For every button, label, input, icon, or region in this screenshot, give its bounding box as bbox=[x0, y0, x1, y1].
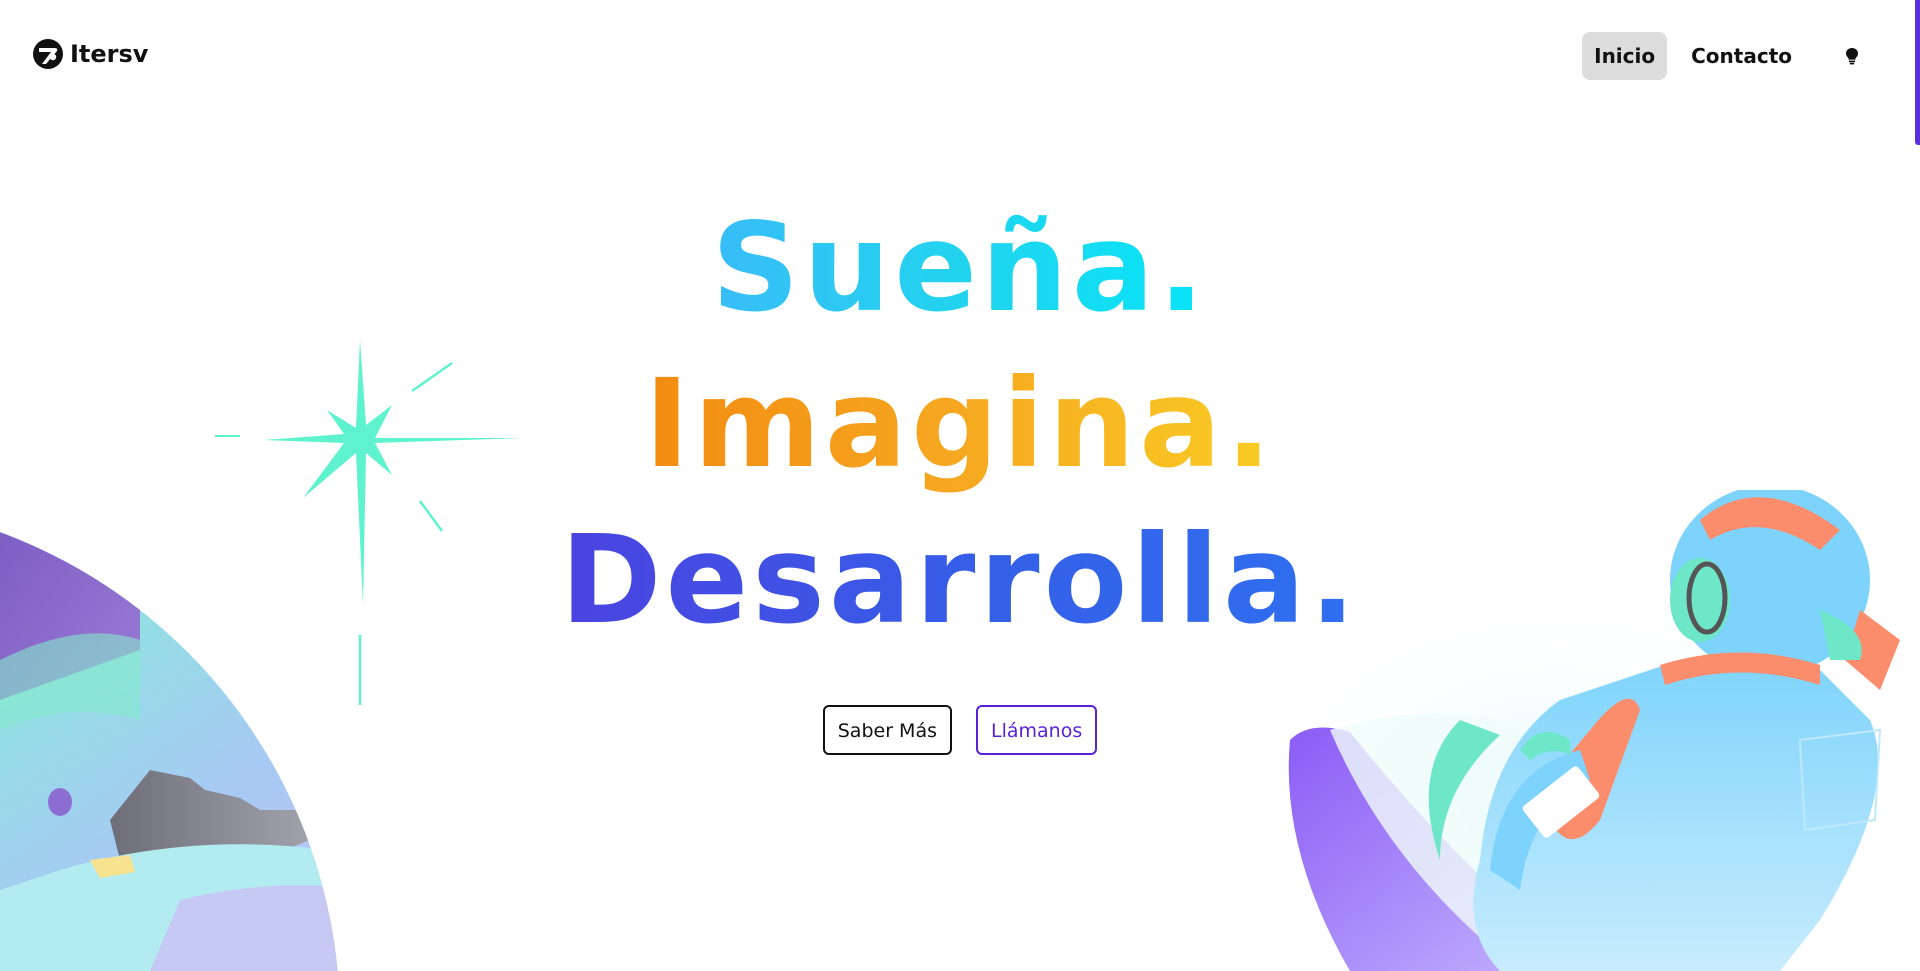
nav-links: Inicio Contacto bbox=[1570, 32, 1876, 80]
nav-item-contacto[interactable]: Contacto bbox=[1679, 32, 1804, 80]
itersv-logo-icon bbox=[33, 39, 63, 69]
llamanos-button[interactable]: Llámanos bbox=[976, 705, 1098, 755]
hero-buttons: Saber Más Llámanos bbox=[0, 705, 1920, 755]
navbar: Itersv Inicio Contacto bbox=[0, 0, 1920, 112]
lightbulb-icon bbox=[1846, 48, 1858, 65]
saber-mas-button[interactable]: Saber Más bbox=[822, 705, 952, 755]
page: Itersv Inicio Contacto Sueña. Imagina. D… bbox=[0, 0, 1920, 971]
hero-section: Sueña. Imagina. Desarrolla. bbox=[0, 190, 1920, 658]
theme-toggle-button[interactable] bbox=[1828, 32, 1876, 80]
brand-link[interactable]: Itersv bbox=[32, 38, 148, 70]
hero-line-desarrolla: Desarrolla. bbox=[560, 509, 1360, 651]
hero-line-imagina: Imagina. bbox=[644, 353, 1276, 495]
nav-item-inicio[interactable]: Inicio bbox=[1582, 32, 1668, 80]
brand-name: Itersv bbox=[70, 40, 149, 68]
hero-line-suena: Sueña. bbox=[711, 197, 1209, 339]
